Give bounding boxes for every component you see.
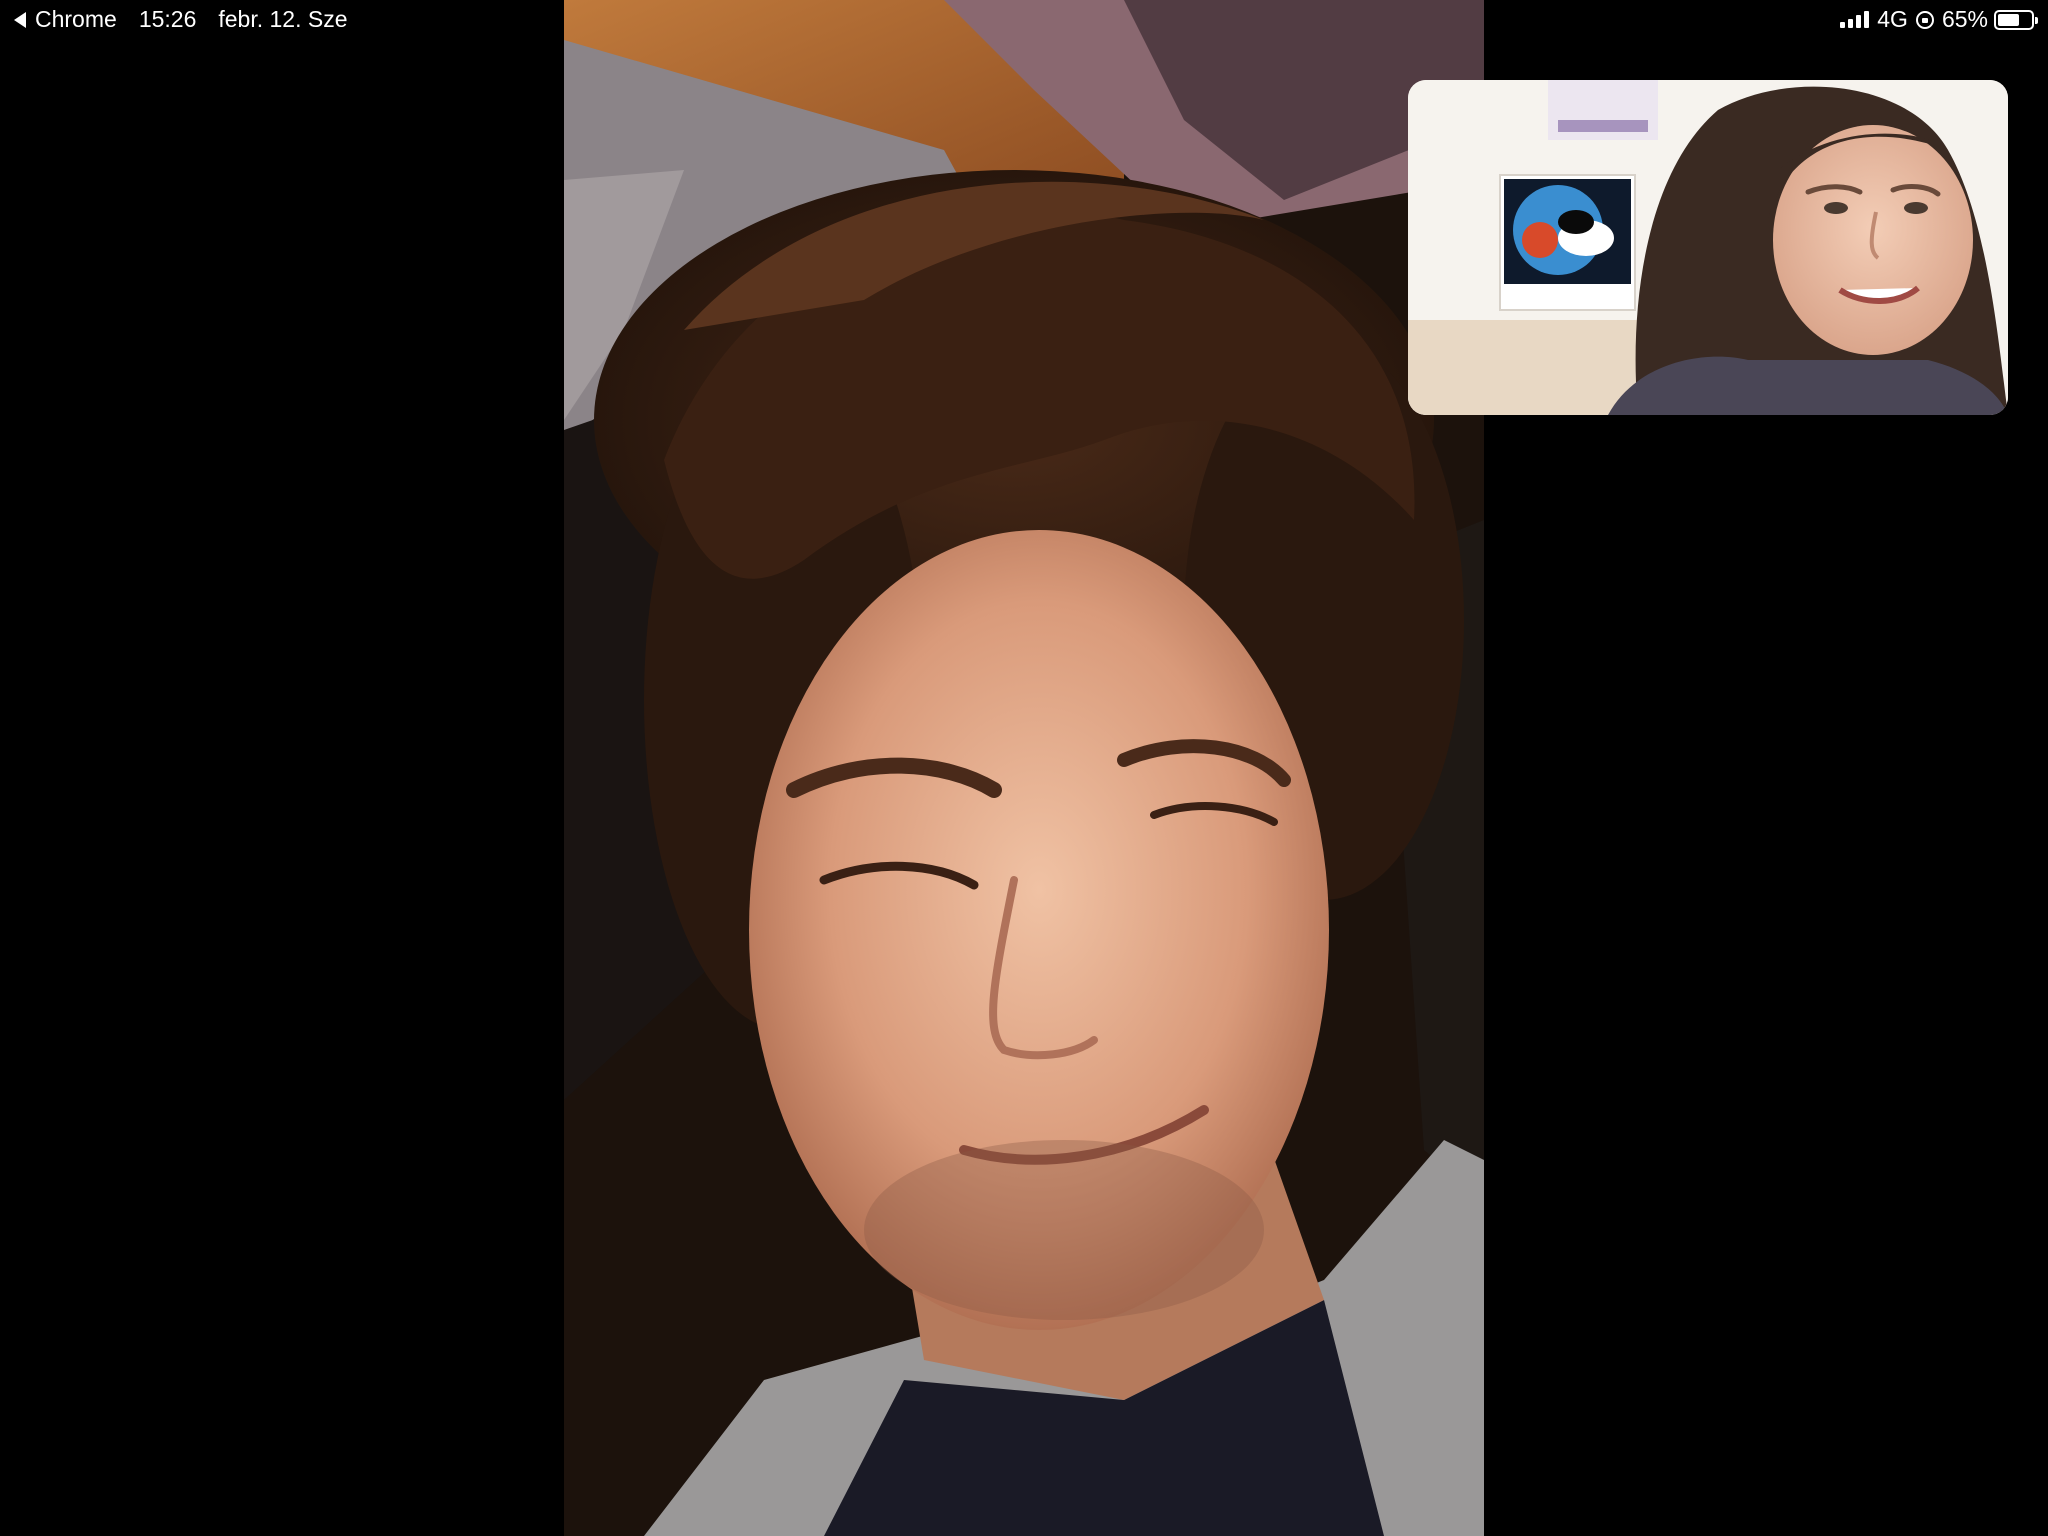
rotation-lock-icon [1915, 10, 1934, 29]
status-bar: Chrome 15:26 febr. 12. Sze 4G 65% [0, 0, 2048, 40]
self-view-preview[interactable] [1408, 80, 2008, 415]
status-left: Chrome 15:26 febr. 12. Sze [14, 6, 348, 33]
remote-participant-video[interactable] [564, 0, 1484, 1536]
battery-cap [2035, 16, 2038, 24]
back-app-label: Chrome [35, 6, 117, 32]
battery-percent-label: 65% [1941, 6, 1988, 32]
video-call-screen: Chrome 15:26 febr. 12. Sze 4G 65% [0, 0, 2048, 1536]
back-to-app-button[interactable]: Chrome [14, 6, 117, 33]
status-date: febr. 12. Sze [218, 6, 348, 32]
remote-video-frame [564, 0, 1484, 1536]
battery-level-fill [1998, 13, 2019, 26]
network-type-label: 4G [1877, 6, 1908, 32]
battery-icon [1994, 9, 2038, 30]
self-view-frame [1408, 80, 2008, 415]
cellular-signal-icon [1840, 11, 1870, 28]
status-time: 15:26 [138, 6, 197, 32]
back-arrow-icon [14, 11, 26, 28]
status-right: 4G 65% [1840, 6, 2038, 33]
